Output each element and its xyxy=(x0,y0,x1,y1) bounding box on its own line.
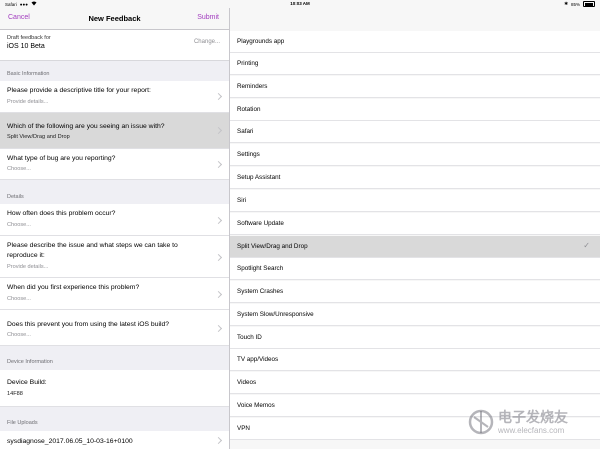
section-header-basic-information: Basic Information xyxy=(7,71,50,77)
option-row[interactable]: Siri xyxy=(230,190,600,212)
chevron-right-icon xyxy=(214,160,223,169)
option-row[interactable]: Touch ID xyxy=(230,327,600,349)
question-label: Please describe the issue and what steps… xyxy=(7,242,178,259)
option-label: Software Update xyxy=(237,220,284,227)
status-time: 10:03 AM xyxy=(290,1,310,6)
status-bar: Safari ●●● 10:03 AM ✱ 85% xyxy=(0,0,600,8)
section-header-device-information: Device Information xyxy=(7,359,53,365)
option-label: Settings xyxy=(237,151,260,158)
chevron-right-icon xyxy=(214,436,223,445)
file-upload-row[interactable]: sysdiagnose_2017.06.05_10-03-16+0100 xyxy=(0,431,229,449)
option-label: Voice Memos xyxy=(237,402,275,409)
question-row-frequency[interactable]: How often does this problem occur? Choos… xyxy=(0,204,229,236)
option-row[interactable]: Reminders xyxy=(230,76,600,98)
option-row[interactable]: TV app/Videos xyxy=(230,349,600,371)
question-row-description[interactable]: Please describe the issue and what steps… xyxy=(0,236,229,278)
section-header-file-uploads: File Uploads xyxy=(7,420,38,426)
draft-target-row: Draft feedback for iOS 10 Beta Change... xyxy=(0,30,229,61)
answer-value: Split View/Drag and Drop xyxy=(7,134,70,140)
option-list-pane: Playgrounds app Printing Reminders Rotat… xyxy=(230,8,600,449)
nav-bar: Cancel New Feedback Submit xyxy=(0,8,229,30)
battery-icon xyxy=(583,1,595,7)
option-label: Playgrounds app xyxy=(237,38,285,45)
option-label: Setup Assistant xyxy=(237,174,281,181)
question-label: Please provide a descriptive title for y… xyxy=(7,87,151,94)
option-label: Siri xyxy=(237,197,247,204)
battery-percent: 85% xyxy=(570,1,580,7)
answer-value: Choose... xyxy=(7,332,31,338)
chevron-right-icon xyxy=(214,92,223,101)
question-row-area[interactable]: Which of the following are you seeing an… xyxy=(0,113,229,149)
option-row[interactable]: Settings xyxy=(230,144,600,166)
change-button[interactable]: Change... xyxy=(194,39,220,45)
question-label: Which of the following are you seeing an… xyxy=(7,123,165,130)
section-header-details: Details xyxy=(7,194,24,200)
option-label: Spotlight Search xyxy=(237,265,284,272)
answer-value: Choose... xyxy=(7,166,31,172)
option-label: VPN xyxy=(237,425,250,432)
answer-value: Provide details... xyxy=(7,264,49,270)
chevron-right-icon xyxy=(214,216,223,225)
question-label: What type of bug are you reporting? xyxy=(7,155,116,162)
option-label: Rotation xyxy=(237,106,261,113)
option-label: System Crashes xyxy=(237,288,284,295)
option-row[interactable]: Software Update xyxy=(230,213,600,235)
answer-value: Choose... xyxy=(7,222,31,228)
status-right: ✱ 85% xyxy=(564,1,595,7)
option-row[interactable]: VPN xyxy=(230,418,600,440)
chevron-right-icon xyxy=(214,290,223,299)
question-row-first-experienced[interactable]: When did you first experience this probl… xyxy=(0,278,229,310)
chevron-right-icon xyxy=(214,253,223,262)
question-row-title[interactable]: Please provide a descriptive title for y… xyxy=(0,81,229,113)
feedback-form-pane: Cancel New Feedback Submit Draft feedbac… xyxy=(0,8,229,449)
answer-value: Provide details... xyxy=(7,99,49,105)
option-row[interactable]: Printing xyxy=(230,53,600,75)
device-build-label: Device Build: xyxy=(7,379,47,386)
question-label: How often does this problem occur? xyxy=(7,210,116,217)
option-row[interactable]: Safari xyxy=(230,121,600,143)
chevron-right-icon xyxy=(214,324,223,333)
option-row[interactable]: System Slow/Unresponsive xyxy=(230,304,600,326)
option-row[interactable]: Setup Assistant xyxy=(230,167,600,189)
option-label: Videos xyxy=(237,379,257,386)
option-row[interactable]: Rotation xyxy=(230,99,600,121)
bluetooth-icon: ✱ xyxy=(564,1,568,6)
option-label: TV app/Videos xyxy=(237,356,279,363)
device-build-row: Device Build: 14F88 xyxy=(0,370,229,407)
question-label: Does this prevent you from using the lat… xyxy=(7,321,170,328)
draft-caption: Draft feedback for xyxy=(7,35,51,41)
option-label: Reminders xyxy=(237,83,268,90)
option-row[interactable]: Videos xyxy=(230,372,600,394)
option-row-selected[interactable]: Split View/Drag and Drop ✓ xyxy=(230,236,600,258)
option-row[interactable]: Voice Memos xyxy=(230,395,600,417)
checkmark-icon: ✓ xyxy=(583,241,590,250)
device-build-value: 14F88 xyxy=(7,391,23,397)
option-row[interactable]: Playgrounds app xyxy=(230,31,600,53)
submit-button[interactable]: Submit xyxy=(197,14,219,21)
option-label: Split View/Drag and Drop xyxy=(237,243,308,250)
question-label: When did you first experience this probl… xyxy=(7,284,140,291)
option-row[interactable]: Spotlight Search xyxy=(230,258,600,280)
file-name: sysdiagnose_2017.06.05_10-03-16+0100 xyxy=(7,438,133,445)
question-row-blocking[interactable]: Does this prevent you from using the lat… xyxy=(0,310,229,346)
option-label: Touch ID xyxy=(237,334,262,341)
page-title: New Feedback xyxy=(88,14,141,23)
draft-target-name: iOS 10 Beta xyxy=(7,43,45,50)
chevron-right-icon xyxy=(214,126,223,135)
option-row[interactable]: System Crashes xyxy=(230,281,600,303)
option-label: System Slow/Unresponsive xyxy=(237,311,314,318)
question-row-bug-type[interactable]: What type of bug are you reporting? Choo… xyxy=(0,149,229,180)
option-label: Safari xyxy=(237,128,254,135)
answer-value: Choose... xyxy=(7,296,31,302)
option-label: Printing xyxy=(237,60,259,67)
